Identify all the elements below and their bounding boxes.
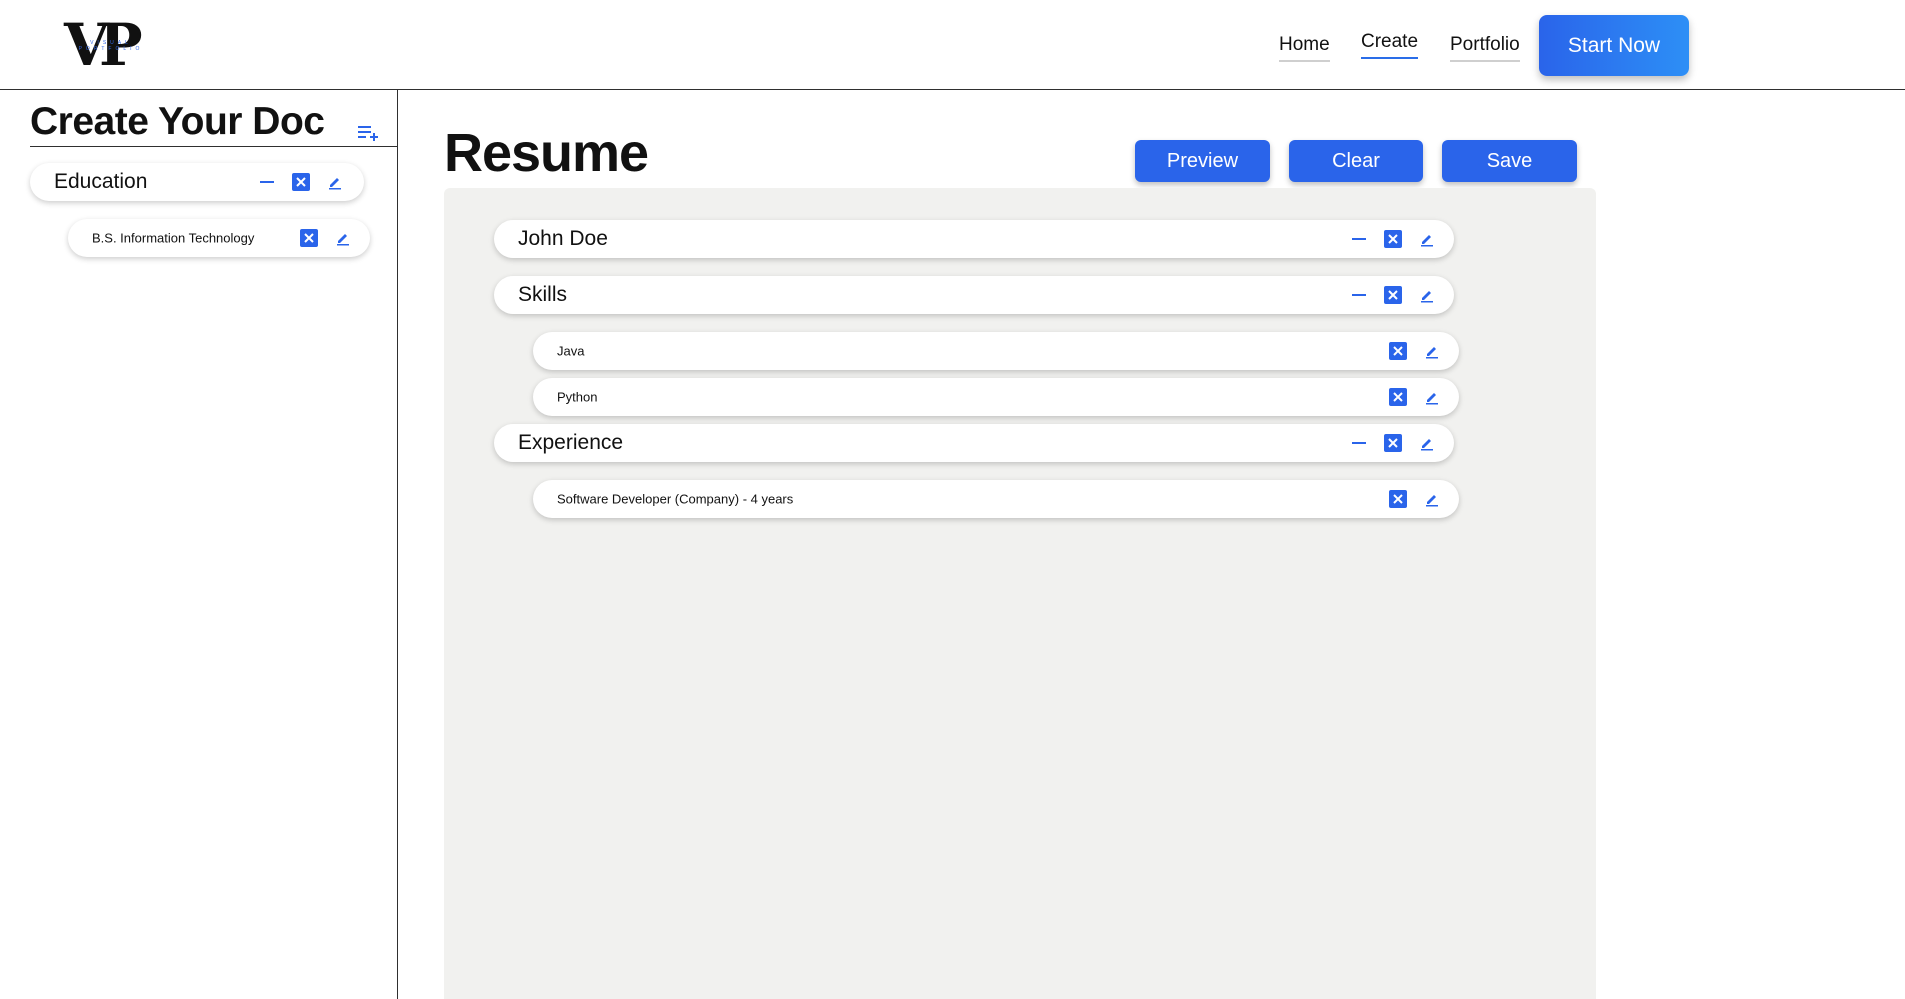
- item-label: B.S. Information Technology: [92, 230, 255, 246]
- nav-portfolio-link[interactable]: Portfolio: [1450, 34, 1520, 62]
- pencil-icon[interactable]: [1416, 284, 1438, 306]
- list-item[interactable]: Java: [533, 332, 1459, 370]
- close-square-icon[interactable]: [1382, 228, 1404, 250]
- row-actions: [1348, 228, 1438, 250]
- section-name[interactable]: John Doe: [494, 220, 1454, 258]
- close-square-icon[interactable]: [1387, 340, 1409, 362]
- logo-tagline: VISUAL PORTFOLIO: [78, 40, 144, 52]
- sidebar-title: Create Your Doc: [30, 100, 325, 143]
- section-label: John Doe: [518, 227, 608, 250]
- item-label: Software Developer (Company) - 4 years: [557, 491, 794, 507]
- row-actions: [1348, 284, 1438, 306]
- list-item[interactable]: Python: [533, 378, 1459, 416]
- section-experience[interactable]: Experience: [494, 424, 1454, 462]
- item-label: Java: [557, 343, 585, 359]
- close-square-icon[interactable]: [1387, 386, 1409, 408]
- section-label: Skills: [518, 283, 568, 306]
- sidebar-section-education[interactable]: Education: [30, 163, 364, 201]
- page-title: Resume: [444, 123, 649, 183]
- row-actions: [1387, 488, 1443, 510]
- nav-home-link[interactable]: Home: [1279, 34, 1330, 62]
- row-actions: [298, 227, 354, 249]
- minus-icon[interactable]: [1348, 284, 1370, 306]
- start-now-button[interactable]: Start Now: [1539, 15, 1689, 76]
- top-nav-bar: VP VISUAL PORTFOLIO Home Create Portfoli…: [0, 0, 1905, 90]
- nav-create-link[interactable]: Create: [1361, 31, 1419, 59]
- row-actions: [256, 171, 346, 193]
- item-label: Python: [557, 389, 598, 405]
- row-actions: [1348, 432, 1438, 454]
- pencil-icon[interactable]: [1416, 432, 1438, 454]
- playlist-add-icon[interactable]: [358, 125, 380, 141]
- preview-button[interactable]: Preview: [1135, 140, 1270, 182]
- pencil-icon[interactable]: [1421, 340, 1443, 362]
- close-square-icon[interactable]: [290, 171, 312, 193]
- row-actions: [1387, 340, 1443, 362]
- section-skills[interactable]: Skills: [494, 276, 1454, 314]
- section-label: Education: [54, 170, 148, 193]
- close-square-icon[interactable]: [1382, 432, 1404, 454]
- pencil-icon[interactable]: [324, 171, 346, 193]
- list-item[interactable]: Software Developer (Company) - 4 years: [533, 480, 1459, 518]
- minus-icon[interactable]: [256, 171, 278, 193]
- sidebar-item[interactable]: B.S. Information Technology: [68, 219, 370, 257]
- pencil-icon[interactable]: [332, 227, 354, 249]
- sidebar-divider: [30, 146, 397, 147]
- clear-button[interactable]: Clear: [1289, 140, 1423, 182]
- sidebar: Create Your Doc Education B.S. Informati…: [0, 90, 398, 999]
- close-square-icon[interactable]: [1382, 284, 1404, 306]
- pencil-icon[interactable]: [1421, 386, 1443, 408]
- row-actions: [1387, 386, 1443, 408]
- pencil-icon[interactable]: [1421, 488, 1443, 510]
- minus-icon[interactable]: [1348, 432, 1370, 454]
- close-square-icon[interactable]: [298, 227, 320, 249]
- logo[interactable]: VP VISUAL PORTFOLIO: [56, 16, 166, 76]
- section-label: Experience: [518, 431, 624, 454]
- minus-icon[interactable]: [1348, 228, 1370, 250]
- document-canvas[interactable]: John Doe Skills Java Python Experience S…: [444, 188, 1596, 999]
- save-button[interactable]: Save: [1442, 140, 1577, 182]
- pencil-icon[interactable]: [1416, 228, 1438, 250]
- close-square-icon[interactable]: [1387, 488, 1409, 510]
